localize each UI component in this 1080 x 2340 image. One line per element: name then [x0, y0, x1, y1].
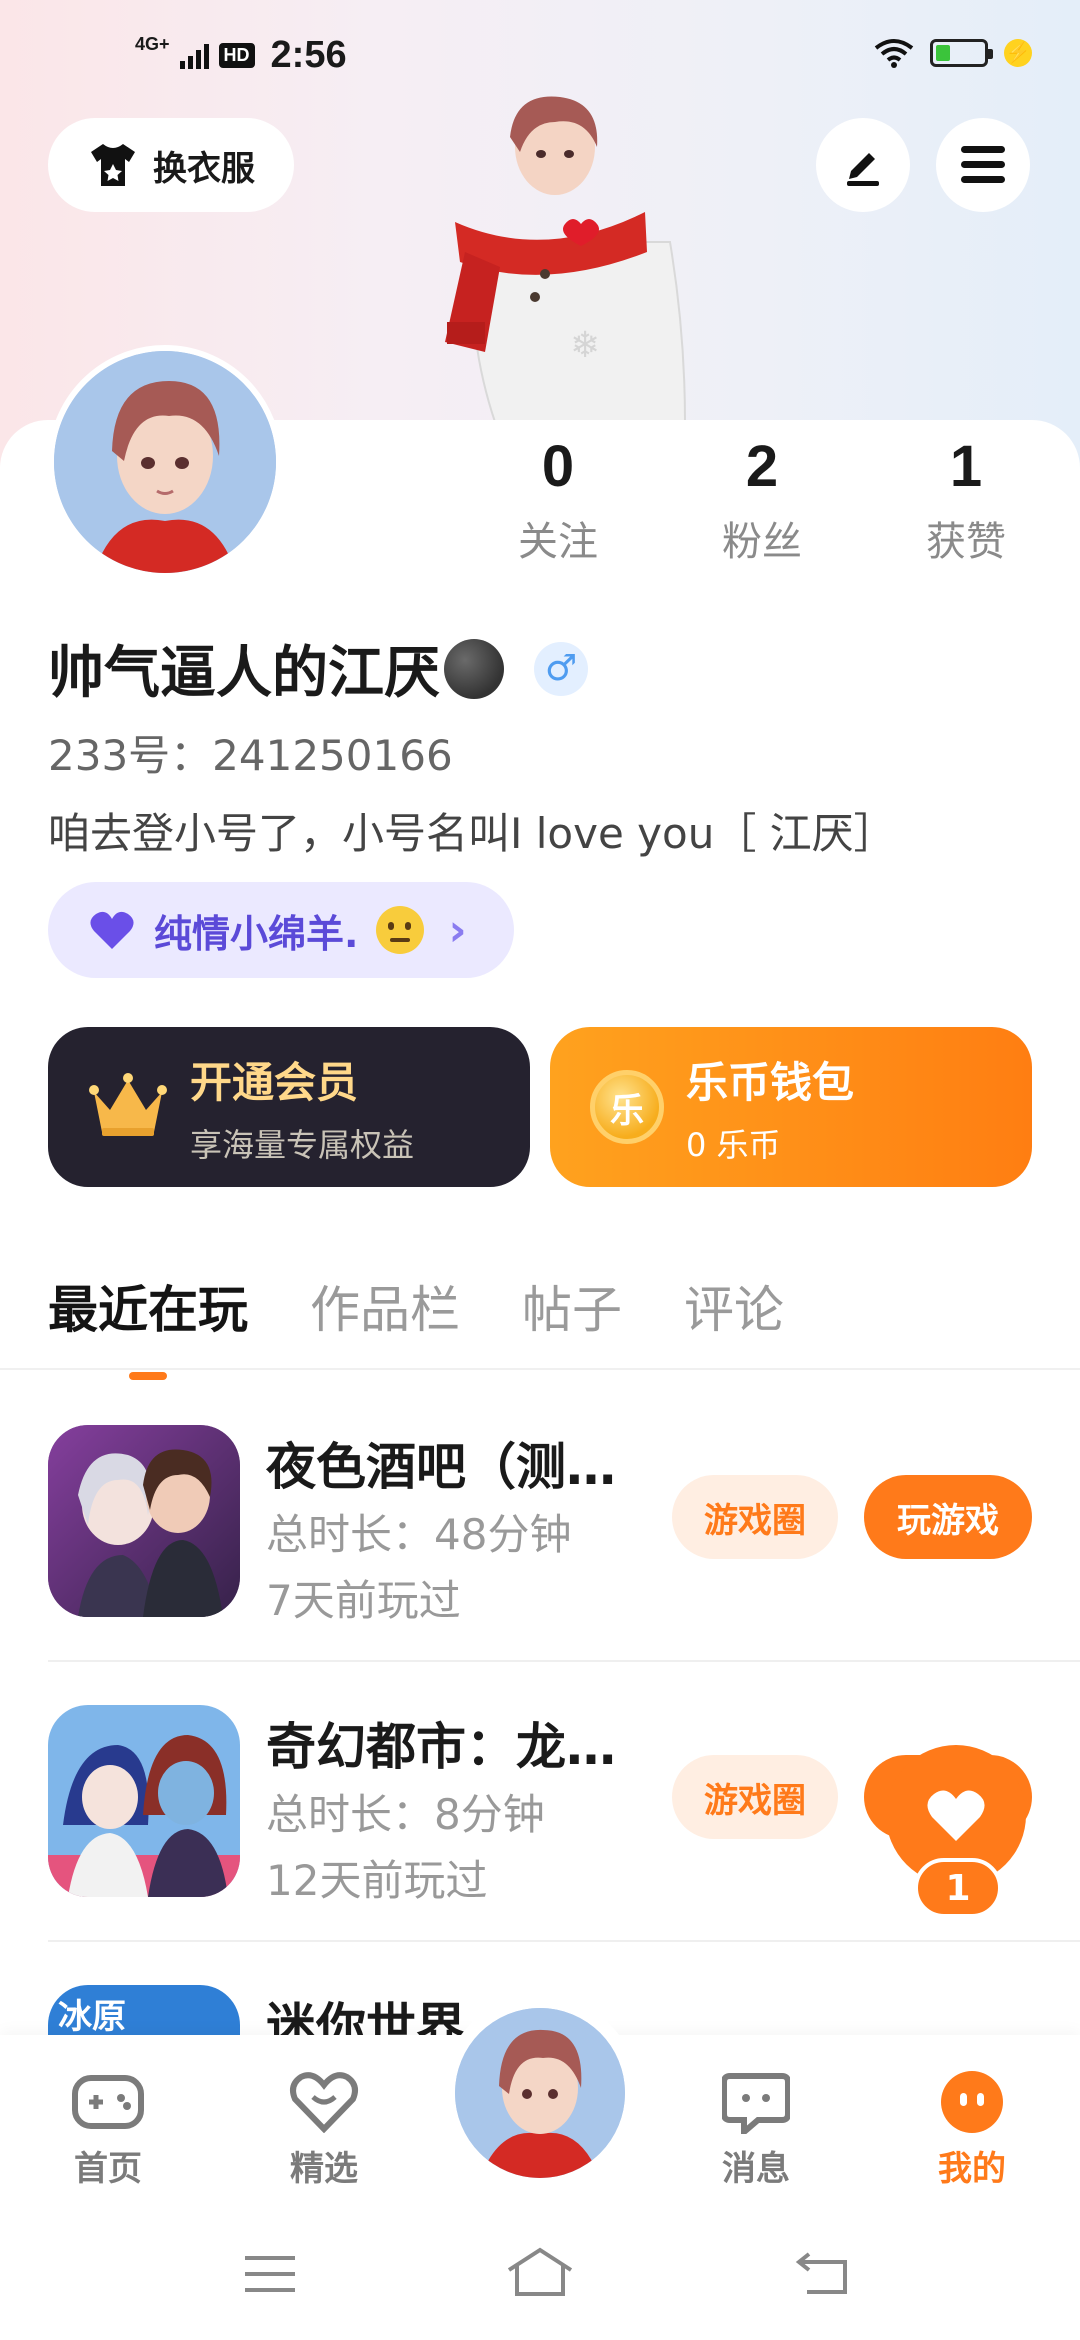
- nav-home[interactable]: 首页: [48, 2069, 168, 2190]
- stat-label: 获赞: [926, 519, 1006, 565]
- male-gender-icon: ♂: [534, 641, 588, 696]
- coin-icon: 乐: [590, 1070, 664, 1144]
- game-circle-button[interactable]: 游戏圈: [672, 1475, 838, 1559]
- stat-followers[interactable]: 2 粉丝: [682, 435, 842, 567]
- game-icon-label: 冰原: [58, 1997, 126, 2035]
- game-name: 夜色酒吧（测…: [266, 1438, 616, 1496]
- divider: [0, 1368, 1080, 1370]
- nav-label: 消息: [722, 2149, 790, 2189]
- nav-label: 精选: [290, 2149, 358, 2189]
- play-game-button[interactable]: 玩游戏: [864, 1475, 1032, 1559]
- personality-tag-chip[interactable]: 纯情小绵羊. ›: [48, 882, 514, 978]
- profile-avatar[interactable]: [48, 345, 282, 579]
- divider: [48, 1660, 1080, 1662]
- game-name: 奇幻都市：龙…: [266, 1718, 616, 1776]
- nav-label: 首页: [74, 2149, 142, 2189]
- nav-featured[interactable]: 精选: [264, 2069, 384, 2190]
- neutral-face-emoji: [376, 906, 425, 954]
- svg-text:❄: ❄: [570, 325, 600, 366]
- tab-comments[interactable]: 评论: [684, 1270, 784, 1342]
- tab-recently-played[interactable]: 最近在玩: [48, 1270, 248, 1342]
- like-count-badge: 1: [914, 1858, 1002, 1918]
- face-icon: [935, 2069, 1009, 2135]
- hd-badge: HD: [218, 43, 255, 68]
- game-icon: [48, 1425, 240, 1617]
- network-type: 4G+: [135, 33, 170, 54]
- stat-value: 1: [949, 434, 983, 499]
- menu-icon: [961, 146, 1005, 183]
- menu-button[interactable]: [936, 118, 1030, 212]
- crown-icon: [89, 1073, 167, 1136]
- pen-icon: [847, 153, 879, 186]
- change-outfit-button[interactable]: 换衣服: [48, 118, 294, 212]
- change-outfit-label: 换衣服: [153, 148, 255, 189]
- game-icon: [48, 1705, 240, 1897]
- stat-likes[interactable]: 1 获赞: [886, 435, 1046, 567]
- game-list-item[interactable]: 夜色酒吧（测… 总时长：48分钟 7天前玩过 游戏圈 玩游戏: [0, 1425, 1080, 1705]
- heart-diamond-icon: [287, 2069, 361, 2135]
- game-duration: 总时长：8分钟: [266, 1790, 545, 1839]
- vip-title: 开通会员: [190, 1057, 359, 1107]
- nav-messages[interactable]: 消息: [696, 2069, 816, 2190]
- stat-following[interactable]: 0 关注: [478, 435, 638, 567]
- game-circle-button[interactable]: 游戏圈: [672, 1755, 838, 1839]
- nav-label: 我的: [938, 2149, 1006, 2189]
- center-avatar: [455, 2008, 625, 2178]
- battery-icon: [930, 39, 993, 67]
- game-last-played: 12天前玩过: [266, 1856, 488, 1905]
- edit-profile-button[interactable]: [816, 118, 910, 212]
- divider: [48, 1940, 1080, 1942]
- nickname-row: 帅气逼人的江厌 ♂: [48, 628, 588, 709]
- wallet-title: 乐币钱包: [686, 1057, 855, 1107]
- charging-icon: ⚡: [1004, 39, 1032, 67]
- chevron-right-icon: ›: [448, 904, 467, 956]
- stat-value: 0: [541, 434, 575, 499]
- home-icon[interactable]: [505, 2246, 575, 2298]
- stat-label: 关注: [518, 519, 598, 565]
- vip-subtitle: 享海量专属权益: [190, 1125, 415, 1164]
- stat-value: 2: [745, 434, 779, 499]
- tab-posts[interactable]: 帖子: [522, 1270, 622, 1342]
- gamepad-icon: [71, 2069, 145, 2135]
- game-last-played: 7天前玩过: [266, 1576, 461, 1625]
- signal-icon: [179, 43, 209, 69]
- clock: 2:56: [270, 34, 347, 76]
- wallet-card[interactable]: 乐 乐币钱包 0 乐币: [550, 1027, 1032, 1187]
- vip-membership-card[interactable]: 开通会员 享海量专属权益: [48, 1027, 530, 1187]
- system-navigation-bar: [0, 2210, 1080, 2340]
- shirt-icon: [91, 144, 135, 186]
- nickname: 帅气逼人的江厌: [48, 641, 440, 706]
- game-icon: 冰原: [48, 1985, 240, 2035]
- back-icon[interactable]: [795, 2250, 851, 2296]
- avatar-3d-figure[interactable]: ❄: [385, 92, 705, 422]
- avatar-portrait: [54, 351, 276, 573]
- chat-bubble-icon: [719, 2069, 793, 2135]
- heart-icon: [927, 1790, 985, 1841]
- wifi-icon: [874, 39, 914, 68]
- recents-icon[interactable]: [243, 2254, 297, 2294]
- moon-face-emoji: [444, 638, 504, 699]
- stat-label: 粉丝: [722, 519, 802, 565]
- user-id[interactable]: 233号：241250166: [48, 722, 453, 783]
- tag-label: 纯情小绵羊.: [154, 911, 359, 956]
- bio: 咱去登小号了，小号名叫I love you［ 江厌］: [48, 809, 896, 858]
- wallet-balance: 0 乐币: [686, 1125, 781, 1164]
- game-duration: 总时长：48分钟: [266, 1510, 572, 1559]
- purple-heart-icon: [90, 911, 134, 949]
- nav-mine[interactable]: 我的: [912, 2069, 1032, 2190]
- profile-tabs: 最近在玩 作品栏 帖子 评论: [48, 1270, 784, 1342]
- center-avatar-button[interactable]: [442, 1995, 638, 2191]
- tab-works[interactable]: 作品栏: [310, 1270, 460, 1342]
